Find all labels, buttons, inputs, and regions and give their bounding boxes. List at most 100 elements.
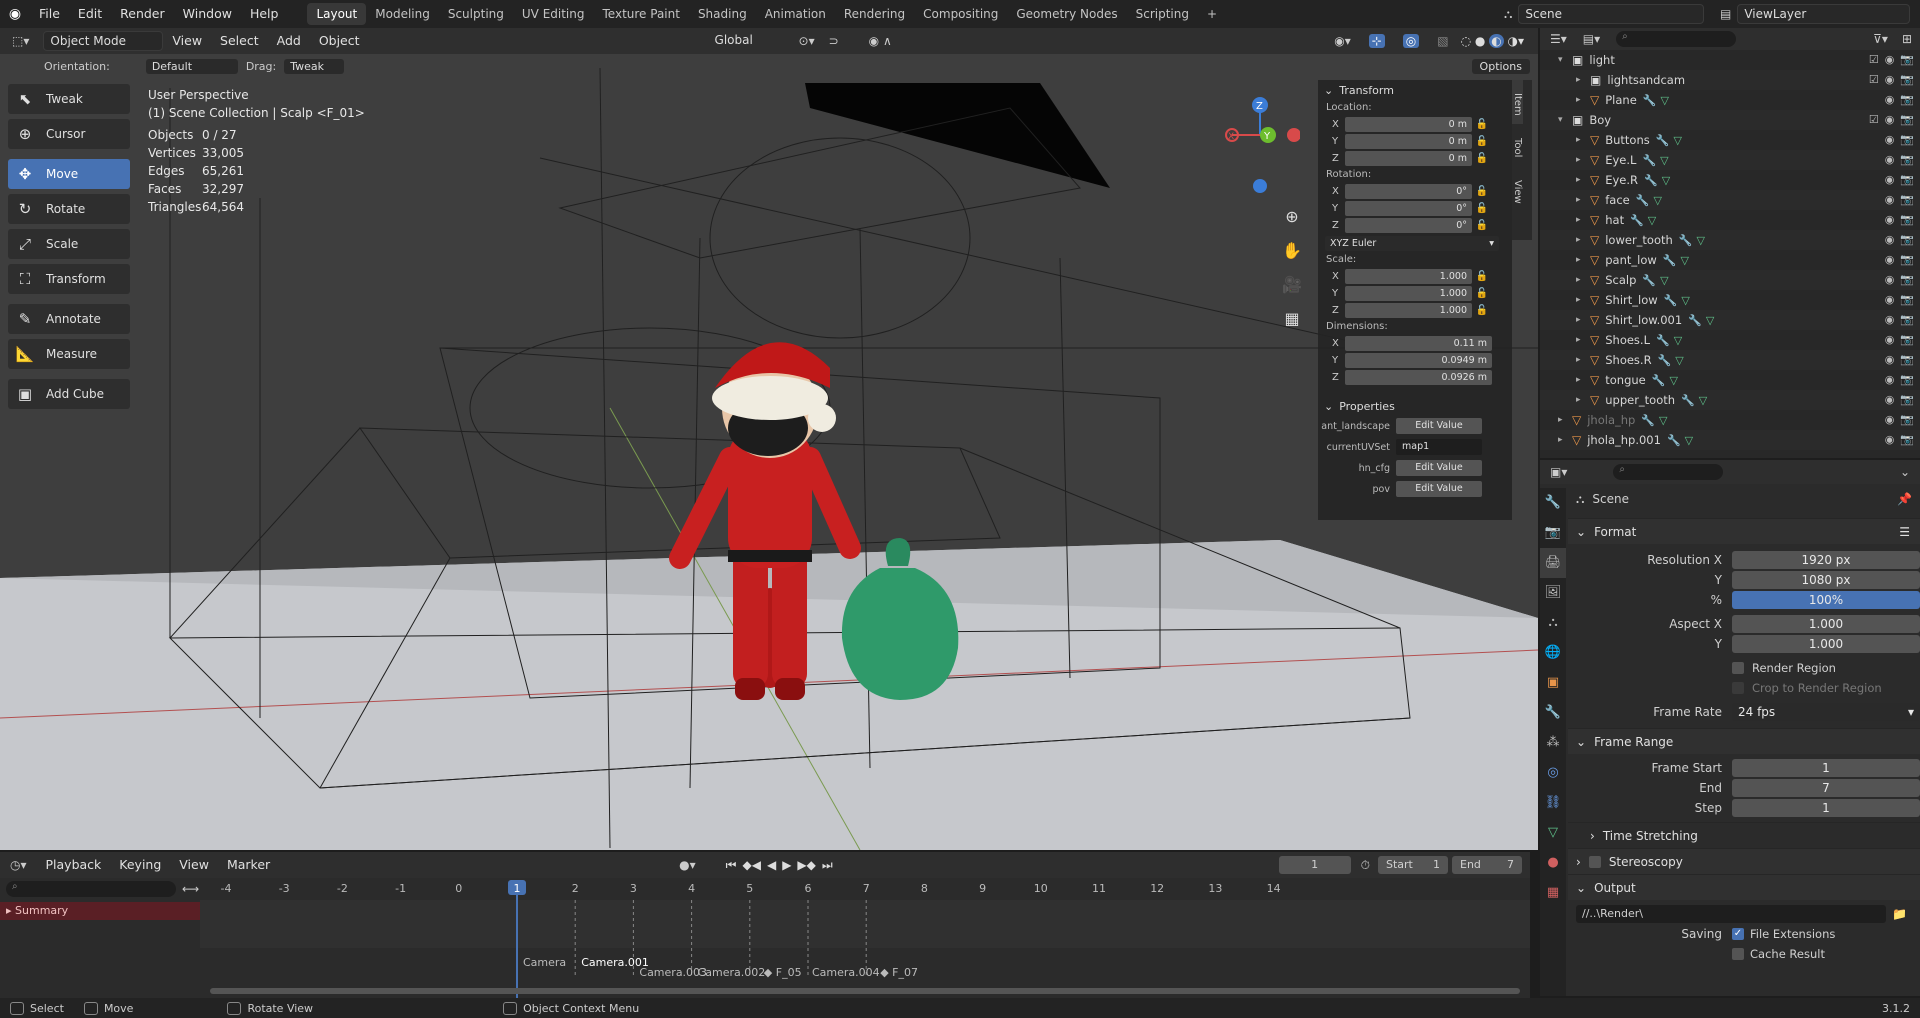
lock-icon[interactable]: 🔓 <box>1472 203 1492 214</box>
view-layer-name-field[interactable]: ViewLayer <box>1737 4 1910 24</box>
rotation-z-field[interactable]: 0° <box>1345 217 1472 233</box>
auto-keying-icon[interactable]: ●▾ <box>679 858 696 872</box>
crop-to-render-checkbox[interactable]: Crop to Render Region <box>1732 681 1882 695</box>
camera-icon[interactable]: 📷 <box>1900 93 1914 106</box>
timeline-scrollbar[interactable] <box>210 988 1520 994</box>
scale-z-field[interactable]: 1.000 <box>1345 302 1472 318</box>
dimensions-x-field[interactable]: 0.11 m <box>1345 335 1492 351</box>
gizmo-toggle-icon[interactable]: ⊹ <box>1368 34 1385 48</box>
expand-right-icon[interactable]: ▸ <box>1558 435 1563 445</box>
add-workspace-button[interactable]: + <box>1198 3 1226 25</box>
next-keyframe-icon[interactable]: ▶◆ <box>797 858 815 872</box>
aspect-x-field[interactable]: 1.000 <box>1732 615 1920 633</box>
render-tab-icon[interactable]: 📷 <box>1540 518 1566 548</box>
eye-icon[interactable]: ◉ <box>1885 73 1895 86</box>
camera-icon[interactable]: 📷 <box>1900 293 1914 306</box>
start-frame-field[interactable]: Start 1 <box>1378 856 1448 874</box>
outliner-search-input[interactable]: ⌕ <box>1616 31 1737 47</box>
viewport-menu-view[interactable]: View <box>163 28 211 55</box>
menu-render[interactable]: Render <box>111 0 174 28</box>
outliner-item[interactable]: ▾ ▣ Boy ☑ ◉ 📷 <box>1540 110 1920 130</box>
outliner-item[interactable]: ▸ ▽ face 🔧 ▽ ◉ 📷 <box>1540 190 1920 210</box>
tab-item[interactable]: Item <box>1512 80 1523 124</box>
modifier-icon[interactable]: 🔧 <box>1656 334 1670 347</box>
camera-icon[interactable]: 📷 <box>1900 393 1914 406</box>
lock-icon[interactable]: 🔓 <box>1472 288 1492 299</box>
mode-selector[interactable]: Object Mode <box>43 31 164 51</box>
scene-tab-icon[interactable]: ⛬ <box>1540 608 1566 638</box>
lock-icon[interactable]: 🔓 <box>1472 153 1492 164</box>
timeline-marker[interactable]: ◆ F_07 <box>880 966 918 979</box>
shading-modes-icon[interactable]: ◌ ● ◐ ◑▾ <box>1461 34 1524 48</box>
viewport-menu-add[interactable]: Add <box>268 28 310 55</box>
filter-icon[interactable]: ⊽▾ <box>1873 32 1888 46</box>
expand-right-icon[interactable]: ▸ <box>1576 235 1581 245</box>
outliner-item[interactable]: ▸ ▽ Shoes.R 🔧 ▽ ◉ 📷 <box>1540 350 1920 370</box>
camera-icon[interactable]: 📷 <box>1900 353 1914 366</box>
rotation-y-field[interactable]: 0° <box>1345 200 1472 216</box>
lock-icon[interactable]: 🔓 <box>1472 119 1492 130</box>
camera-icon[interactable]: 📷 <box>1900 433 1914 446</box>
mesh-data-icon[interactable]: ▽ <box>1660 154 1668 167</box>
mesh-data-icon[interactable]: ▽ <box>1659 414 1667 427</box>
eye-icon[interactable]: ◉ <box>1885 93 1895 106</box>
uvset-field[interactable]: map1 <box>1396 439 1482 455</box>
eye-icon[interactable]: ◉ <box>1885 53 1895 66</box>
frame-step-field[interactable]: 1 <box>1732 799 1920 817</box>
tool-annotate[interactable]: ✎ Annotate <box>8 304 130 334</box>
outliner-item[interactable]: ▸ ▽ pant_low 🔧 ▽ ◉ 📷 <box>1540 250 1920 270</box>
outliner-item[interactable]: ▸ ▽ lower_tooth 🔧 ▽ ◉ 📷 <box>1540 230 1920 250</box>
timeline-editor-icon[interactable]: ◷▾ <box>10 858 27 872</box>
modifier-icon[interactable]: 🔧 <box>1642 154 1656 167</box>
options-button[interactable]: Options <box>1471 58 1530 74</box>
outliner-item[interactable]: ▸ ▽ Scalp 🔧 ▽ ◉ 📷 <box>1540 270 1920 290</box>
cache-result-checkbox[interactable]: Cache Result <box>1732 947 1825 961</box>
snap-icon[interactable]: ⊃ <box>829 34 839 48</box>
tool-move[interactable]: ✥ Move <box>8 159 130 189</box>
presets-icon[interactable]: ☰ <box>1899 525 1910 539</box>
playback-menu[interactable]: Playback <box>37 851 111 879</box>
tool-tab-icon[interactable]: 🔧 <box>1540 488 1566 518</box>
tab-animation[interactable]: Animation <box>756 3 835 25</box>
mesh-data-icon[interactable]: ▽ <box>1675 354 1683 367</box>
outliner-item[interactable]: ▸ ▽ Shirt_low.001 🔧 ▽ ◉ 📷 <box>1540 310 1920 330</box>
camera-icon[interactable]: 📷 <box>1900 193 1914 206</box>
viewport-menu-select[interactable]: Select <box>211 28 268 55</box>
expand-right-icon[interactable]: ▸ <box>1576 335 1581 345</box>
camera-icon[interactable]: 📷 <box>1900 133 1914 146</box>
physics-tab-icon[interactable]: ◎ <box>1540 758 1566 788</box>
expand-right-icon[interactable]: ▸ <box>1558 415 1563 425</box>
camera-icon[interactable]: 📷 <box>1900 173 1914 186</box>
tab-tool[interactable]: Tool <box>1512 124 1523 168</box>
edit-value-button[interactable]: Edit Value <box>1396 481 1482 497</box>
eye-icon[interactable]: ◉ <box>1885 253 1895 266</box>
tab-compositing[interactable]: Compositing <box>914 3 1007 25</box>
pin-icon[interactable]: 📌 <box>1897 492 1912 506</box>
mesh-data-icon[interactable]: ▽ <box>1673 134 1681 147</box>
timeline-marker[interactable]: Camera.002 <box>698 966 766 979</box>
edit-value-button[interactable]: Edit Value <box>1396 418 1482 434</box>
camera-icon[interactable]: 📷 <box>1900 73 1914 86</box>
pan-hand-icon[interactable]: ✋ <box>1280 234 1304 268</box>
camera-icon[interactable]: 📷 <box>1900 333 1914 346</box>
zoom-icon[interactable]: ⊕ <box>1280 200 1304 234</box>
modifier-icon[interactable]: 🔧 <box>1644 174 1658 187</box>
outliner-item[interactable]: ▸ ▽ upper_tooth 🔧 ▽ ◉ 📷 <box>1540 390 1920 410</box>
mesh-data-icon[interactable]: ▽ <box>1674 334 1682 347</box>
modifier-icon[interactable]: 🔧 <box>1658 354 1672 367</box>
play-reverse-icon[interactable]: ◀ <box>767 858 776 872</box>
scale-x-field[interactable]: 1.000 <box>1345 268 1472 284</box>
frame-start-field[interactable]: 1 <box>1732 759 1920 777</box>
stereoscopy-checkbox[interactable] <box>1588 855 1601 868</box>
modifier-icon[interactable]: 🔧 <box>1681 394 1695 407</box>
timeline-view-menu[interactable]: View <box>170 851 218 879</box>
eye-icon[interactable]: ◉ <box>1885 433 1895 446</box>
modifier-icon[interactable]: 🔧 <box>1656 134 1670 147</box>
dimensions-z-field[interactable]: 0.0926 m <box>1345 369 1492 385</box>
output-panel-header[interactable]: ⌄ Output <box>1568 874 1920 900</box>
view-layer-selector[interactable]: ▤ ViewLayer <box>1720 4 1910 24</box>
expand-right-icon[interactable]: ▸ <box>1576 375 1581 385</box>
timeline-ruler[interactable]: -4-3-2-1012345678910111213141CameraCamer… <box>200 878 1530 998</box>
marker-menu[interactable]: Marker <box>218 851 279 879</box>
tab-rendering[interactable]: Rendering <box>835 3 914 25</box>
